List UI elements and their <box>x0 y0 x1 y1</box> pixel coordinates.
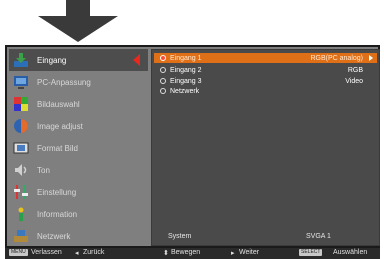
input-value: RGB(PC analog) <box>310 54 363 62</box>
menu-item-network[interactable]: Netzwerk <box>9 225 148 247</box>
osd-menu: Eingang PC-Anpassung Bildauswahl Image a… <box>5 45 380 248</box>
menu-item-screen-format[interactable]: Format Bild <box>9 137 148 159</box>
menu-item-label: Bildauswahl <box>37 99 80 109</box>
menu-item-label: PC-Anpassung <box>37 77 91 87</box>
setting-icon <box>14 185 28 199</box>
menu-item-image-adjust[interactable]: Image adjust <box>9 115 148 137</box>
menu-item-setting[interactable]: Einstellung <box>9 181 148 203</box>
pc-adjust-icon <box>14 76 28 89</box>
image-adjust-icon <box>14 119 28 133</box>
main-menu: Eingang PC-Anpassung Bildauswahl Image a… <box>9 49 148 248</box>
menu-item-label: Eingang <box>37 55 67 65</box>
input-name: Eingang 3 <box>170 77 202 85</box>
input-value: RGB <box>347 66 363 74</box>
input-row-eingang-3[interactable]: Eingang 3 Video <box>154 76 377 86</box>
screen-format-icon <box>13 142 29 154</box>
input-name: Eingang 2 <box>170 66 202 74</box>
next-arrow-icon: ▸ <box>231 250 235 257</box>
input-row-eingang-1[interactable]: Eingang 1 RGB(PC analog) <box>154 53 377 63</box>
input-name: Eingang 1 <box>170 54 202 62</box>
menu-item-information[interactable]: Information <box>9 203 148 225</box>
information-icon <box>18 207 24 221</box>
help-select: Auswählen <box>333 249 368 256</box>
submenu-arrow-icon <box>369 55 373 61</box>
menu-item-label: Format Bild <box>37 143 78 153</box>
help-back: Zurück <box>83 249 105 256</box>
selected-arrow-icon <box>133 54 140 66</box>
radio-selected-icon <box>160 55 166 61</box>
menu-item-label: Image adjust <box>37 121 83 131</box>
menu-item-eingang[interactable]: Eingang <box>9 49 148 71</box>
radio-icon <box>160 88 166 94</box>
help-bar: MENU Verlassen ◂ Zurück ⬍ Bewegen ▸ Weit… <box>5 248 380 259</box>
menu-item-label: Einstellung <box>37 187 77 197</box>
system-value: SVGA 1 <box>306 233 331 240</box>
up-down-arrow-icon: ⬍ <box>163 250 169 257</box>
help-move: Bewegen <box>171 249 201 256</box>
image-select-icon <box>14 97 28 111</box>
menu-item-label: Information <box>37 209 78 219</box>
system-status: System SVGA 1 <box>154 233 377 243</box>
input-row-netzwerk[interactable]: Netzwerk <box>154 86 377 96</box>
down-arrow-icon <box>38 0 118 42</box>
menu-key-icon: MENU <box>9 249 28 256</box>
help-next: Weiter <box>239 249 260 256</box>
menu-item-sound[interactable]: Ton <box>9 159 148 181</box>
menu-item-label: Ton <box>37 165 50 175</box>
menu-item-label: Netzwerk <box>37 231 71 241</box>
menu-item-pc-adjust[interactable]: PC-Anpassung <box>9 71 148 93</box>
input-name: Netzwerk <box>170 87 200 95</box>
input-value: Video <box>345 77 363 85</box>
input-row-eingang-2[interactable]: Eingang 2 RGB <box>154 65 377 75</box>
menu-item-image-select[interactable]: Bildauswahl <box>9 93 148 115</box>
help-exit: Verlassen <box>31 249 62 256</box>
back-arrow-icon: ◂ <box>75 250 79 257</box>
network-icon <box>14 230 28 242</box>
radio-icon <box>160 78 166 84</box>
system-label: System <box>168 233 192 240</box>
input-submenu-panel: Eingang 1 RGB(PC analog) Eingang 2 RGB E… <box>151 49 380 246</box>
select-key-icon: SELECT <box>299 249 323 256</box>
input-icon <box>14 53 28 67</box>
sound-icon <box>15 164 27 176</box>
radio-icon <box>160 67 166 73</box>
